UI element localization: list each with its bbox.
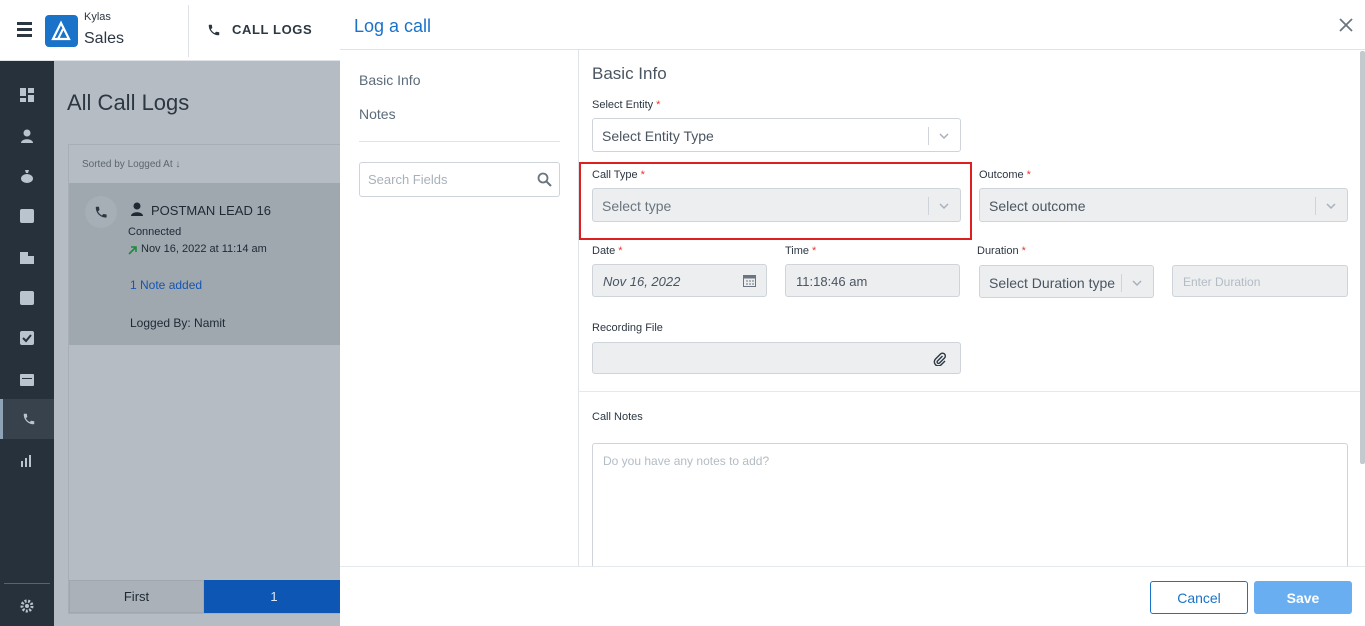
entity-value: Select Entity Type: [602, 128, 714, 144]
sidebar-divider: [4, 583, 50, 584]
duration-label: Duration *: [977, 245, 1026, 257]
reports-icon[interactable]: [0, 440, 54, 480]
divider: [578, 391, 1363, 392]
modal-title: Log a call: [354, 16, 432, 36]
phone-icon: [208, 24, 220, 36]
search-icon[interactable]: [537, 172, 552, 187]
person-icon: [131, 202, 143, 216]
deals-icon[interactable]: [0, 156, 54, 196]
date-value: Nov 16, 2022: [603, 274, 681, 289]
call-notes-placeholder: Do you have any notes to add?: [603, 454, 770, 468]
time-input[interactable]: 11:18:46 am: [785, 264, 960, 297]
module-title: CALL LOGS: [207, 22, 312, 37]
outcome-label: Outcome *: [979, 169, 1031, 181]
logged-by: Logged By: Namit: [130, 316, 226, 330]
companies-icon[interactable]: [0, 237, 54, 277]
divider: [359, 141, 560, 142]
search-input[interactable]: [368, 172, 528, 187]
log-call-modal: Log a call Basic Info Notes Basic Info S…: [340, 1, 1365, 626]
lead-name: POSTMAN LEAD 16: [151, 203, 271, 218]
calendar-icon[interactable]: [0, 359, 54, 399]
time-value: 11:18:46 am: [796, 274, 868, 289]
menu-icon[interactable]: [17, 22, 32, 38]
chevron-down-icon: [1132, 280, 1142, 287]
recording-file-input[interactable]: [592, 342, 961, 374]
modal-footer: Cancel Save: [340, 566, 1365, 626]
app-logo: [45, 15, 78, 47]
call-status: Connected: [128, 226, 182, 238]
call-date: Nov 16, 2022 at 11:14 am: [141, 243, 267, 255]
outcome-value: Select outcome: [989, 198, 1086, 214]
products-icon[interactable]: [0, 278, 54, 318]
save-button[interactable]: Save: [1254, 581, 1352, 614]
call-notes-textarea[interactable]: Do you have any notes to add?: [592, 443, 1348, 573]
contacts-icon[interactable]: [0, 116, 54, 156]
time-label: Time *: [785, 245, 817, 257]
leads-icon[interactable]: [0, 196, 54, 236]
sort-label: Sorted by Logged At ↓: [82, 159, 181, 170]
outcome-select[interactable]: Select outcome: [979, 188, 1348, 222]
highlight-box: [579, 162, 972, 240]
sidebar: [0, 61, 54, 626]
brand-name: Kylas: [84, 11, 111, 23]
module-label: CALL LOGS: [232, 22, 313, 37]
recording-label: Recording File: [592, 322, 663, 334]
divider: [578, 49, 579, 569]
duration-type-value: Select Duration type: [989, 275, 1116, 291]
duration-placeholder: Enter Duration: [1183, 275, 1261, 289]
chevron-down-icon: [1326, 203, 1336, 210]
cancel-button[interactable]: Cancel: [1150, 581, 1248, 614]
duration-type-select[interactable]: Select Duration type: [979, 265, 1154, 298]
chevron-down-icon: [939, 133, 949, 140]
pager-first: First: [69, 580, 204, 613]
divider: [340, 49, 1365, 50]
calls-icon[interactable]: [0, 399, 54, 439]
scrollbar[interactable]: [1360, 51, 1365, 464]
nav-basic-info[interactable]: Basic Info: [359, 72, 420, 88]
dashboard-icon[interactable]: [0, 75, 54, 115]
note-link: 1 Note added: [130, 278, 203, 292]
outgoing-arrow-icon: [128, 246, 137, 255]
duration-input[interactable]: Enter Duration: [1172, 265, 1348, 297]
nav-notes[interactable]: Notes: [359, 106, 396, 122]
search-fields: [359, 162, 560, 197]
section-title: Basic Info: [592, 64, 667, 83]
date-input[interactable]: Nov 16, 2022: [592, 264, 767, 297]
tasks-icon[interactable]: [0, 318, 54, 358]
call-icon: [85, 196, 117, 228]
call-notes-label: Call Notes: [592, 411, 643, 423]
entity-label: Select Entity *: [592, 99, 661, 111]
divider: [188, 5, 189, 57]
attachment-icon[interactable]: [933, 352, 947, 366]
product-name: Sales: [84, 30, 125, 47]
date-label: Date *: [592, 245, 623, 257]
pager-page-1: 1: [204, 580, 344, 613]
page-title: All Call Logs: [67, 90, 190, 115]
entity-select[interactable]: Select Entity Type: [592, 118, 961, 152]
calendar-icon[interactable]: [743, 274, 756, 287]
settings-icon[interactable]: [0, 586, 54, 626]
close-icon[interactable]: [1337, 16, 1355, 34]
